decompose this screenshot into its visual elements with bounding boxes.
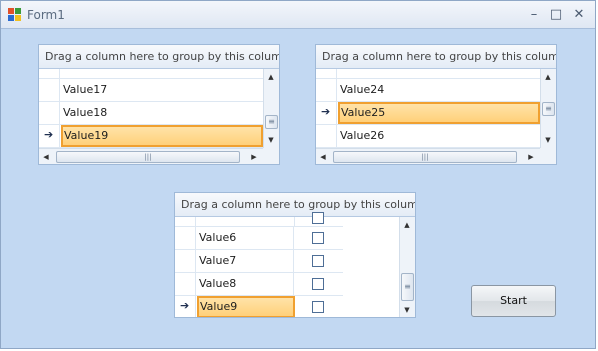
grip-icon: ≡ (545, 104, 552, 113)
scroll-right-icon[interactable]: ▶ (524, 150, 538, 164)
selected-value-cell[interactable]: Value25 (338, 102, 540, 124)
value-cell[interactable]: Value6 (197, 227, 294, 249)
row-indicator[interactable] (316, 125, 337, 147)
value-cell[interactable]: Value8 (197, 273, 294, 295)
table-row[interactable]: Value24 (316, 79, 540, 102)
checkbox[interactable] (312, 278, 324, 290)
scroll-thumb[interactable]: ||| (333, 151, 517, 163)
close-icon: ✕ (573, 7, 585, 22)
table-row[interactable]: Value17 (39, 79, 263, 102)
value-cell[interactable]: Value18 (61, 102, 263, 124)
minimize-button[interactable]: – (525, 6, 543, 24)
row-indicator[interactable] (175, 273, 196, 295)
scroll-thumb[interactable]: ≡ (401, 273, 414, 301)
value-cell[interactable]: Value26 (338, 125, 540, 147)
vertical-scrollbar[interactable]: ▲ ≡ ▼ (540, 69, 556, 149)
group-panel[interactable]: Drag a column here to group by this colu… (316, 45, 556, 69)
scroll-down-icon[interactable]: ▼ (264, 133, 278, 147)
scroll-thumb[interactable]: ||| (56, 151, 240, 163)
grid-right[interactable]: Drag a column here to group by this colu… (315, 44, 557, 165)
table-row-partial (39, 69, 263, 79)
vertical-scrollbar[interactable]: ▲ ≡ ▼ (399, 217, 415, 317)
table-row-partial (175, 212, 343, 227)
row-indicator[interactable] (175, 227, 196, 249)
scroll-corner (263, 148, 279, 164)
table-row[interactable]: ➔ Value19 (39, 125, 263, 148)
selected-value-cell[interactable]: Value9 (197, 296, 295, 317)
grip-icon: ||| (144, 153, 152, 161)
checkbox[interactable] (312, 212, 324, 224)
group-panel[interactable]: Drag a column here to group by this colu… (175, 193, 415, 217)
table-row[interactable]: Value7 (175, 250, 343, 273)
row-indicator[interactable]: ➔ (39, 125, 60, 147)
row-indicator[interactable] (39, 102, 60, 124)
table-row[interactable]: Value8 (175, 273, 343, 296)
row-indicator[interactable] (175, 250, 196, 272)
value-cell[interactable]: Value7 (197, 250, 294, 272)
row-indicator[interactable] (316, 79, 337, 101)
grip-icon: ≡ (404, 282, 411, 291)
row-indicator[interactable] (39, 79, 60, 101)
horizontal-scrollbar[interactable]: ◀ ||| ▶ (316, 148, 540, 164)
scroll-down-icon[interactable]: ▼ (400, 303, 414, 317)
checkbox[interactable] (312, 301, 324, 313)
minimize-icon: – (530, 7, 538, 22)
value-cell[interactable]: Value17 (61, 79, 263, 101)
scroll-right-icon[interactable]: ▶ (247, 150, 261, 164)
start-button[interactable]: Start (471, 285, 556, 317)
current-row-arrow-icon: ➔ (321, 105, 331, 118)
current-row-arrow-icon: ➔ (44, 128, 54, 141)
scroll-left-icon[interactable]: ◀ (39, 150, 53, 164)
window-title: Form1 (27, 8, 65, 22)
selected-value-cell[interactable]: Value19 (61, 125, 263, 147)
group-panel[interactable]: Drag a column here to group by this colu… (39, 45, 279, 69)
current-row-arrow-icon: ➔ (180, 299, 190, 312)
close-button[interactable]: ✕ (570, 6, 588, 24)
table-row[interactable]: ➔ Value9 (175, 296, 343, 317)
table-row[interactable]: Value18 (39, 102, 263, 125)
app-icon (8, 8, 22, 22)
scroll-up-icon[interactable]: ▲ (264, 70, 278, 84)
table-row[interactable]: Value6 (175, 227, 343, 250)
grip-icon: ||| (421, 153, 429, 161)
row-indicator[interactable]: ➔ (175, 296, 196, 317)
maximize-button[interactable]: □ (547, 6, 565, 24)
row-indicator[interactable]: ➔ (316, 102, 337, 124)
scroll-up-icon[interactable]: ▲ (541, 70, 555, 84)
table-row[interactable]: ➔ Value25 (316, 102, 540, 125)
form-window: Form1 – □ ✕ Drag a column here to group … (0, 0, 596, 349)
vertical-scrollbar[interactable]: ▲ ≡ ▼ (263, 69, 279, 149)
grip-icon: ≡ (268, 117, 275, 126)
table-row[interactable]: Value26 (316, 125, 540, 148)
scroll-left-icon[interactable]: ◀ (316, 150, 330, 164)
checkbox[interactable] (312, 232, 324, 244)
grid-bottom[interactable]: Drag a column here to group by this colu… (174, 192, 416, 318)
title-bar[interactable]: Form1 – □ ✕ (1, 1, 595, 29)
scroll-corner (540, 148, 556, 164)
maximize-icon: □ (549, 7, 563, 22)
table-row-partial (316, 69, 540, 79)
scroll-thumb[interactable]: ≡ (542, 102, 555, 116)
checkbox[interactable] (312, 255, 324, 267)
grid-left[interactable]: Drag a column here to group by this colu… (38, 44, 280, 165)
horizontal-scrollbar[interactable]: ◀ ||| ▶ (39, 148, 263, 164)
scroll-up-icon[interactable]: ▲ (400, 218, 414, 232)
scroll-down-icon[interactable]: ▼ (541, 133, 555, 147)
scroll-thumb[interactable]: ≡ (265, 115, 278, 129)
value-cell[interactable]: Value24 (338, 79, 540, 101)
